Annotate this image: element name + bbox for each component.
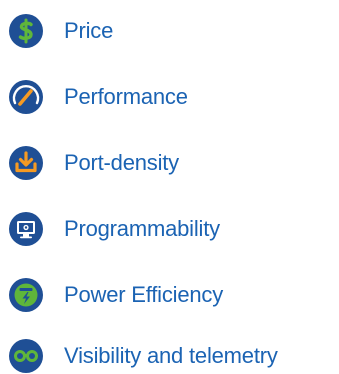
feature-item-port-density: Port-density (8, 145, 179, 181)
feature-item-programmability: Programmability (8, 211, 220, 247)
feature-item-visibility-and-telemetry: Visibility and telemetry (8, 338, 278, 374)
feature-label-visibility-and-telemetry: Visibility and telemetry (64, 343, 278, 368)
feature-item-price: Price (8, 13, 113, 49)
feature-item-power-efficiency: Power Efficiency (8, 277, 223, 313)
feature-item-performance: Performance (8, 79, 188, 115)
feature-label-programmability: Programmability (64, 216, 220, 241)
feature-label-performance: Performance (64, 84, 188, 109)
feature-label-power-efficiency: Power Efficiency (64, 282, 224, 307)
download-tray-icon (8, 145, 44, 181)
binoculars-icon (8, 338, 44, 374)
feature-label-price: Price (64, 18, 114, 43)
monitor-icon (8, 211, 44, 247)
speedometer-icon (8, 79, 44, 115)
power-bolt-icon (8, 277, 44, 313)
dollar-icon (8, 13, 44, 49)
feature-label-port-density: Port-density (64, 150, 179, 175)
feature-list: Price Performance Port-density Programma… (0, 0, 339, 374)
